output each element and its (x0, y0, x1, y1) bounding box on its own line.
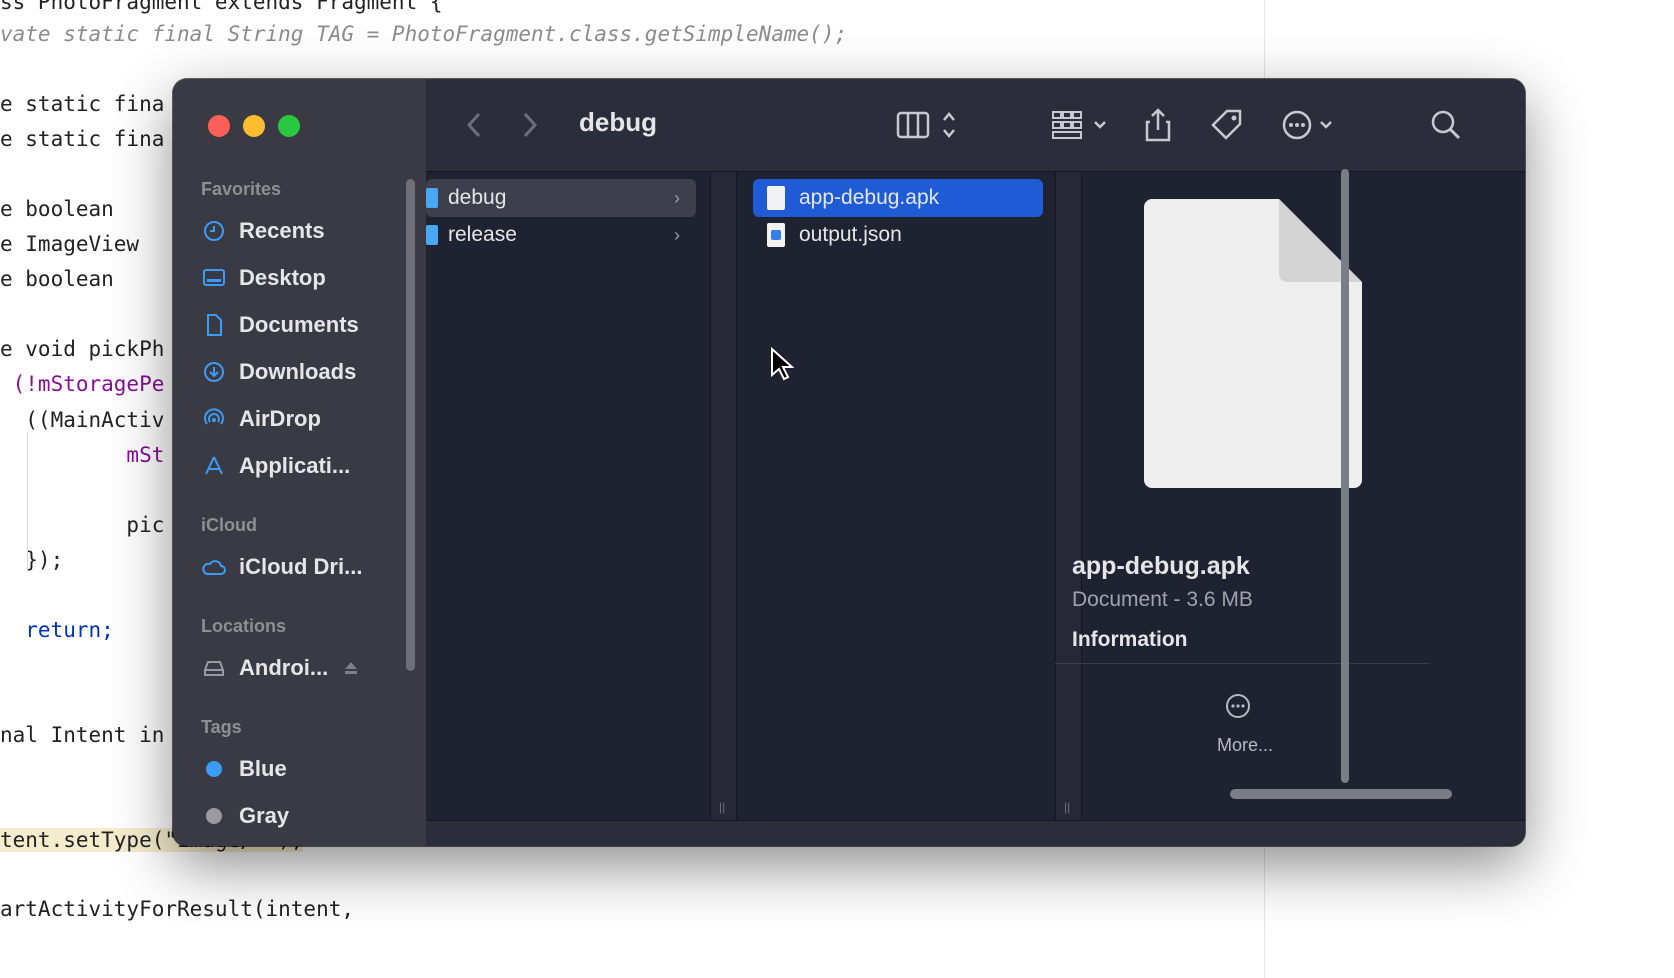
sidebar-item-documents[interactable]: Documents (201, 308, 359, 342)
code-line: e ImageView (0, 232, 152, 256)
sidebar-item-tag-blue[interactable]: Blue (201, 752, 287, 786)
code-line: return; (0, 618, 114, 642)
preview-file-name: app-debug.apk (1072, 552, 1250, 580)
sidebar: Favorites Recents Desktop Documents Down… (173, 79, 426, 846)
code-line: mSt (0, 443, 165, 467)
document-preview-icon (1144, 199, 1362, 488)
sidebar-item-android-volume[interactable]: Androi... (201, 651, 360, 685)
folder-icon (426, 225, 438, 245)
sidebar-item-recents[interactable]: Recents (201, 214, 325, 248)
grip-icon: || (719, 800, 726, 814)
download-icon (201, 359, 227, 385)
preview-information-heading: Information (1072, 628, 1188, 651)
code-line: ((MainActiv (0, 408, 165, 432)
preview-divider (1055, 663, 1429, 664)
file-label: output.json (799, 223, 902, 246)
sidebar-item-tag-gray[interactable]: Gray (201, 799, 289, 833)
code-line: nal Intent in (0, 723, 165, 747)
folder-icon (426, 188, 438, 208)
sidebar-item-label: Applicati... (239, 453, 351, 478)
code-line: artActivityForResult(intent, (0, 897, 355, 921)
column-resize-handle[interactable]: || (1055, 172, 1082, 820)
document-icon (201, 312, 227, 338)
sidebar-item-icloud-drive[interactable]: iCloud Dri... (201, 550, 362, 584)
ellipsis-circle-icon[interactable] (1280, 105, 1342, 145)
column-resize-handle[interactable]: || (710, 172, 737, 820)
eject-icon[interactable] (342, 659, 360, 677)
chevron-right-icon: › (674, 187, 680, 208)
toolbar: debug (426, 79, 1525, 172)
file-label: app-debug.apk (799, 186, 940, 209)
sidebar-item-label: Androi... (239, 655, 329, 680)
sidebar-item-airdrop[interactable]: AirDrop (201, 402, 321, 436)
sidebar-item-downloads[interactable]: Downloads (201, 355, 356, 389)
list-item-file-app-debug[interactable]: app-debug.apk (753, 179, 1043, 217)
chevron-right-icon: › (674, 224, 680, 245)
search-icon[interactable] (1429, 105, 1463, 145)
code-line: e boolean (0, 267, 152, 291)
mouse-pointer-icon (770, 346, 795, 386)
sidebar-section-tags: Tags (201, 717, 242, 737)
window-title: debug (579, 107, 657, 137)
preview-file-kind: Document - 3.6 MB (1072, 588, 1253, 611)
code-line: ss PhotoFragment extends Fragment { (0, 0, 443, 14)
code-line: }); (0, 548, 64, 572)
folder-label: debug (448, 186, 507, 209)
code-line: e void pickPh (0, 337, 165, 361)
tag-dot-icon (201, 803, 227, 829)
code-line: e static fina (0, 92, 165, 116)
code-line: e boolean (0, 197, 152, 221)
share-icon[interactable] (1144, 105, 1172, 145)
chevron-right-icon[interactable] (518, 105, 540, 145)
desktop-icon (201, 265, 227, 291)
sidebar-item-label: Recents (239, 218, 325, 243)
indent-guide (27, 432, 28, 572)
code-line: (!mStoragePe (0, 372, 165, 396)
sidebar-item-label: Gray (239, 803, 290, 828)
horizontal-scroll-track (426, 820, 1525, 846)
close-button[interactable] (208, 115, 230, 137)
sidebar-item-label: Downloads (239, 359, 357, 384)
sidebar-section-locations: Locations (201, 616, 287, 636)
horizontal-scrollbar[interactable] (1230, 789, 1452, 799)
cloud-icon (201, 554, 227, 580)
sidebar-section-favorites: Favorites (201, 179, 282, 199)
airdrop-icon (201, 406, 227, 432)
code-line: e static fina (0, 127, 165, 151)
sidebar-item-label: AirDrop (239, 406, 321, 431)
list-item-file-output-json[interactable]: output.json (753, 216, 1043, 254)
preview-vertical-scrollbar[interactable] (1341, 169, 1349, 783)
code-line: pic (0, 513, 165, 537)
sidebar-item-label: Blue (239, 756, 287, 781)
zoom-button[interactable] (278, 115, 300, 137)
json-file-icon (767, 223, 785, 247)
clock-icon (201, 218, 227, 244)
tag-icon[interactable] (1209, 105, 1245, 145)
minimize-button[interactable] (243, 115, 265, 137)
more-button[interactable]: More... (1190, 735, 1300, 756)
sidebar-item-label: Documents (239, 312, 359, 337)
sidebar-scrollbar[interactable] (406, 179, 415, 671)
column-view-icon[interactable] (896, 105, 962, 145)
sidebar-item-applications[interactable]: Applicati... (201, 449, 350, 483)
grip-icon: || (1064, 800, 1071, 814)
sidebar-item-label: iCloud Dri... (239, 554, 363, 579)
sidebar-item-desktop[interactable]: Desktop (201, 261, 326, 295)
document-icon (767, 186, 785, 210)
code-line: vate static final String TAG = PhotoFrag… (0, 22, 848, 46)
grid-group-icon[interactable] (1051, 105, 1113, 145)
drive-icon (201, 655, 227, 681)
list-item-folder-debug[interactable]: debug › (426, 179, 696, 217)
folder-label: release (448, 223, 517, 246)
list-item-folder-release[interactable]: release › (426, 216, 696, 254)
sidebar-item-label: Desktop (239, 265, 326, 290)
chevron-left-icon[interactable] (464, 105, 486, 145)
applications-icon (201, 453, 227, 479)
ellipsis-circle-icon[interactable] (1225, 693, 1251, 724)
sidebar-section-icloud: iCloud (201, 515, 257, 535)
tag-dot-icon (201, 756, 227, 782)
